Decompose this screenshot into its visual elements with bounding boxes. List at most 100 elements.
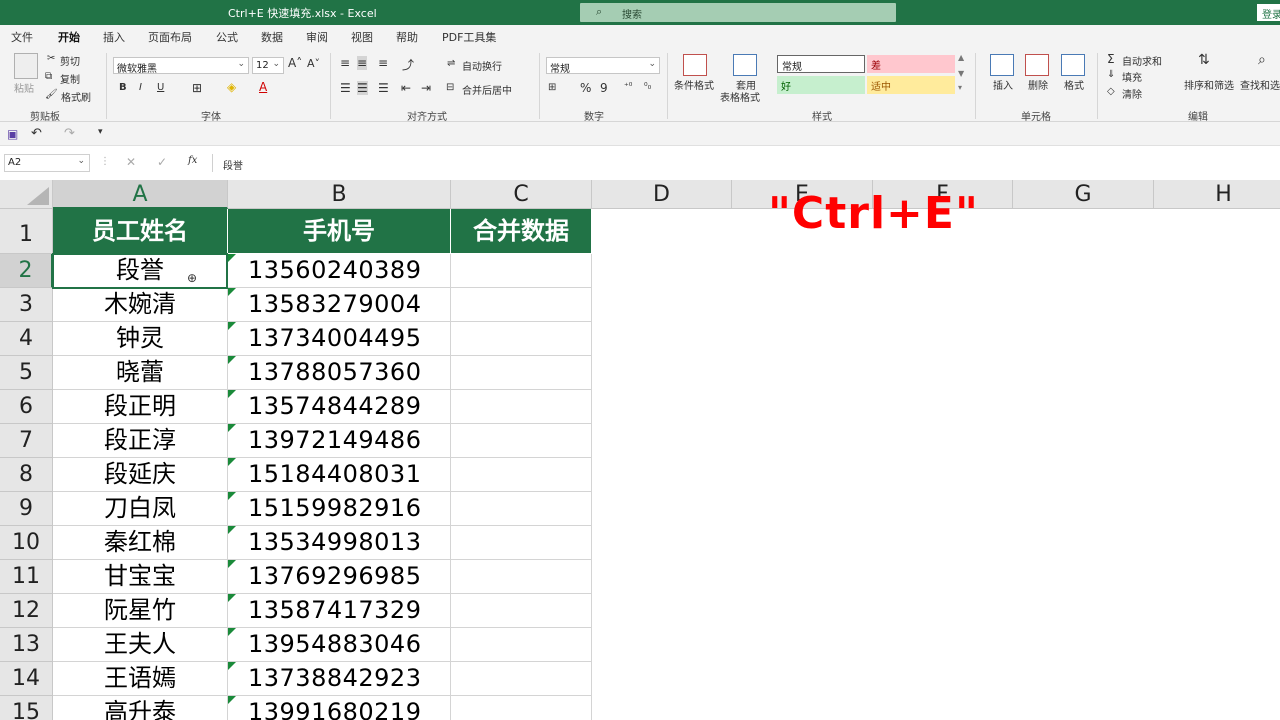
cut-icon[interactable]: ✂ xyxy=(47,53,55,64)
column-header-c[interactable]: C xyxy=(451,180,592,209)
tab-formulas[interactable]: 公式 xyxy=(216,29,238,45)
row-header-10[interactable]: 10 xyxy=(0,526,53,560)
format-painter-button[interactable]: 格式刷 xyxy=(61,89,91,104)
copy-icon[interactable]: ⧉ xyxy=(45,71,52,82)
align-left-icon[interactable]: ☰ xyxy=(340,81,351,95)
insert-cells-icon[interactable] xyxy=(990,54,1014,76)
row-header-7[interactable]: 7 xyxy=(0,424,53,458)
merged-data-cell[interactable] xyxy=(451,322,592,356)
header-cell-name[interactable]: 员工姓名 xyxy=(53,209,228,254)
row-header-8[interactable]: 8 xyxy=(0,458,53,492)
phone-cell[interactable]: 13574844289 xyxy=(228,390,451,424)
phone-cell[interactable]: 13788057360 xyxy=(228,356,451,390)
style-neutral[interactable]: 适中 xyxy=(867,76,955,94)
phone-cell[interactable]: 13583279004 xyxy=(228,288,451,322)
style-good[interactable]: 好 xyxy=(777,76,865,94)
insert-function-button[interactable]: fx xyxy=(188,155,197,166)
name-cell[interactable]: 钟灵 xyxy=(53,322,228,356)
merge-center-icon[interactable]: ⊟ xyxy=(446,82,454,93)
phone-cell[interactable]: 13587417329 xyxy=(228,594,451,628)
phone-cell[interactable]: 13972149486 xyxy=(228,424,451,458)
clear-button[interactable]: 清除 xyxy=(1122,86,1142,101)
tab-help[interactable]: 帮助 xyxy=(396,29,418,45)
italic-button[interactable]: I xyxy=(139,82,142,93)
fill-icon[interactable]: ⇓ xyxy=(1107,69,1115,80)
paste-button[interactable]: 粘贴 xyxy=(14,80,34,95)
merged-data-cell[interactable] xyxy=(451,662,592,696)
name-box[interactable]: A2 ⌄ xyxy=(4,154,90,172)
borders-icon[interactable]: ⊞ xyxy=(192,81,202,95)
merged-data-cell[interactable] xyxy=(451,560,592,594)
insert-cells-button[interactable]: 插入 xyxy=(993,77,1013,92)
phone-cell[interactable]: 13954883046 xyxy=(228,628,451,662)
tab-file[interactable]: 文件 xyxy=(11,29,33,45)
name-cell[interactable]: 木婉清 xyxy=(53,288,228,322)
number-format-dropdown[interactable]: 常规 ⌄ xyxy=(546,57,660,75)
cut-button[interactable]: 剪切 xyxy=(60,53,80,68)
phone-cell[interactable]: 13734004495 xyxy=(228,322,451,356)
phone-cell[interactable]: 13738842923 xyxy=(228,662,451,696)
style-bad[interactable]: 差 xyxy=(867,55,955,73)
column-header-d[interactable]: D xyxy=(592,180,732,209)
login-button[interactable]: 登录 xyxy=(1257,4,1280,21)
decrease-font-icon[interactable]: A˅ xyxy=(307,57,320,70)
fill-color-icon[interactable]: ◈ xyxy=(227,80,236,94)
merged-data-cell[interactable] xyxy=(451,356,592,390)
header-cell-phone[interactable]: 手机号 xyxy=(228,209,451,254)
style-normal[interactable]: 常规 xyxy=(777,55,865,73)
align-bottom-icon[interactable]: ≡ xyxy=(378,56,388,70)
row-header-6[interactable]: 6 xyxy=(0,390,53,424)
increase-font-icon[interactable]: A˄ xyxy=(288,56,302,70)
decrease-indent-icon[interactable]: ⇤ xyxy=(401,81,411,95)
row-header-4[interactable]: 4 xyxy=(0,322,53,356)
name-cell[interactable]: 段延庆 xyxy=(53,458,228,492)
row-header-14[interactable]: 14 xyxy=(0,662,53,696)
row-header-2[interactable]: 2 xyxy=(0,254,53,288)
underline-button[interactable]: U xyxy=(157,82,164,93)
name-cell[interactable]: 阮星竹 xyxy=(53,594,228,628)
phone-cell[interactable]: 13560240389 xyxy=(228,254,451,288)
align-right-icon[interactable]: ☰ xyxy=(378,81,389,95)
conditional-format-icon[interactable] xyxy=(683,54,707,76)
conditional-format-button[interactable]: 条件格式 xyxy=(674,77,714,92)
wrap-text-icon[interactable]: ⇌ xyxy=(447,58,455,69)
find-select-icon[interactable]: ⌕ xyxy=(1258,52,1266,68)
name-cell[interactable]: 高升泰 xyxy=(53,696,228,720)
scroll-up-icon[interactable]: ▲ xyxy=(958,53,964,62)
worksheet-grid[interactable]: A B C D E F G H 1 2 3 4 5 6 7 8 9 10 11 12 13 14 15 员工姓名 手机号 合并数据… xyxy=(0,180,1280,720)
merged-data-cell[interactable] xyxy=(451,628,592,662)
column-header-g[interactable]: G xyxy=(1013,180,1154,209)
customize-qat-icon[interactable]: ▾ xyxy=(98,127,103,137)
merged-data-cell[interactable] xyxy=(451,526,592,560)
decrease-decimal-icon[interactable]: ⁰₀ xyxy=(644,82,651,92)
enter-icon[interactable]: ✓ xyxy=(157,155,167,169)
row-header-15[interactable]: 15 xyxy=(0,696,53,720)
name-cell[interactable]: 段誉 xyxy=(53,254,228,288)
row-header-1[interactable]: 1 xyxy=(0,209,53,254)
merge-center-button[interactable]: 合并后居中 xyxy=(462,82,512,97)
tab-home[interactable]: 开始 xyxy=(56,29,82,50)
tab-page-layout[interactable]: 页面布局 xyxy=(148,29,192,45)
phone-cell[interactable]: 13534998013 xyxy=(228,526,451,560)
tab-pdf-tools[interactable]: PDF工具集 xyxy=(442,29,496,45)
header-cell-merged[interactable]: 合并数据 xyxy=(451,209,592,254)
scroll-down-icon[interactable]: ▼ xyxy=(958,69,964,78)
row-header-5[interactable]: 5 xyxy=(0,356,53,390)
merged-data-cell[interactable] xyxy=(451,390,592,424)
column-header-b[interactable]: B xyxy=(228,180,451,209)
merged-data-cell[interactable] xyxy=(451,288,592,322)
accounting-format-icon[interactable]: ⊞ xyxy=(548,82,556,93)
name-cell[interactable]: 秦红棉 xyxy=(53,526,228,560)
phone-cell[interactable]: 15159982916 xyxy=(228,492,451,526)
fill-button[interactable]: 填充 xyxy=(1122,69,1142,84)
merged-data-cell[interactable] xyxy=(451,492,592,526)
name-cell[interactable]: 王语嫣 xyxy=(53,662,228,696)
increase-decimal-icon[interactable]: ⁺⁰ xyxy=(624,82,632,92)
delete-cells-icon[interactable] xyxy=(1025,54,1049,76)
phone-cell[interactable]: 15184408031 xyxy=(228,458,451,492)
increase-indent-icon[interactable]: ⇥ xyxy=(421,81,431,95)
format-table-button[interactable]: 表格格式 xyxy=(720,89,760,104)
merged-data-cell[interactable] xyxy=(451,594,592,628)
comma-style-icon[interactable]: 9 xyxy=(600,81,608,95)
redo-icon[interactable]: ↷ xyxy=(64,126,75,141)
